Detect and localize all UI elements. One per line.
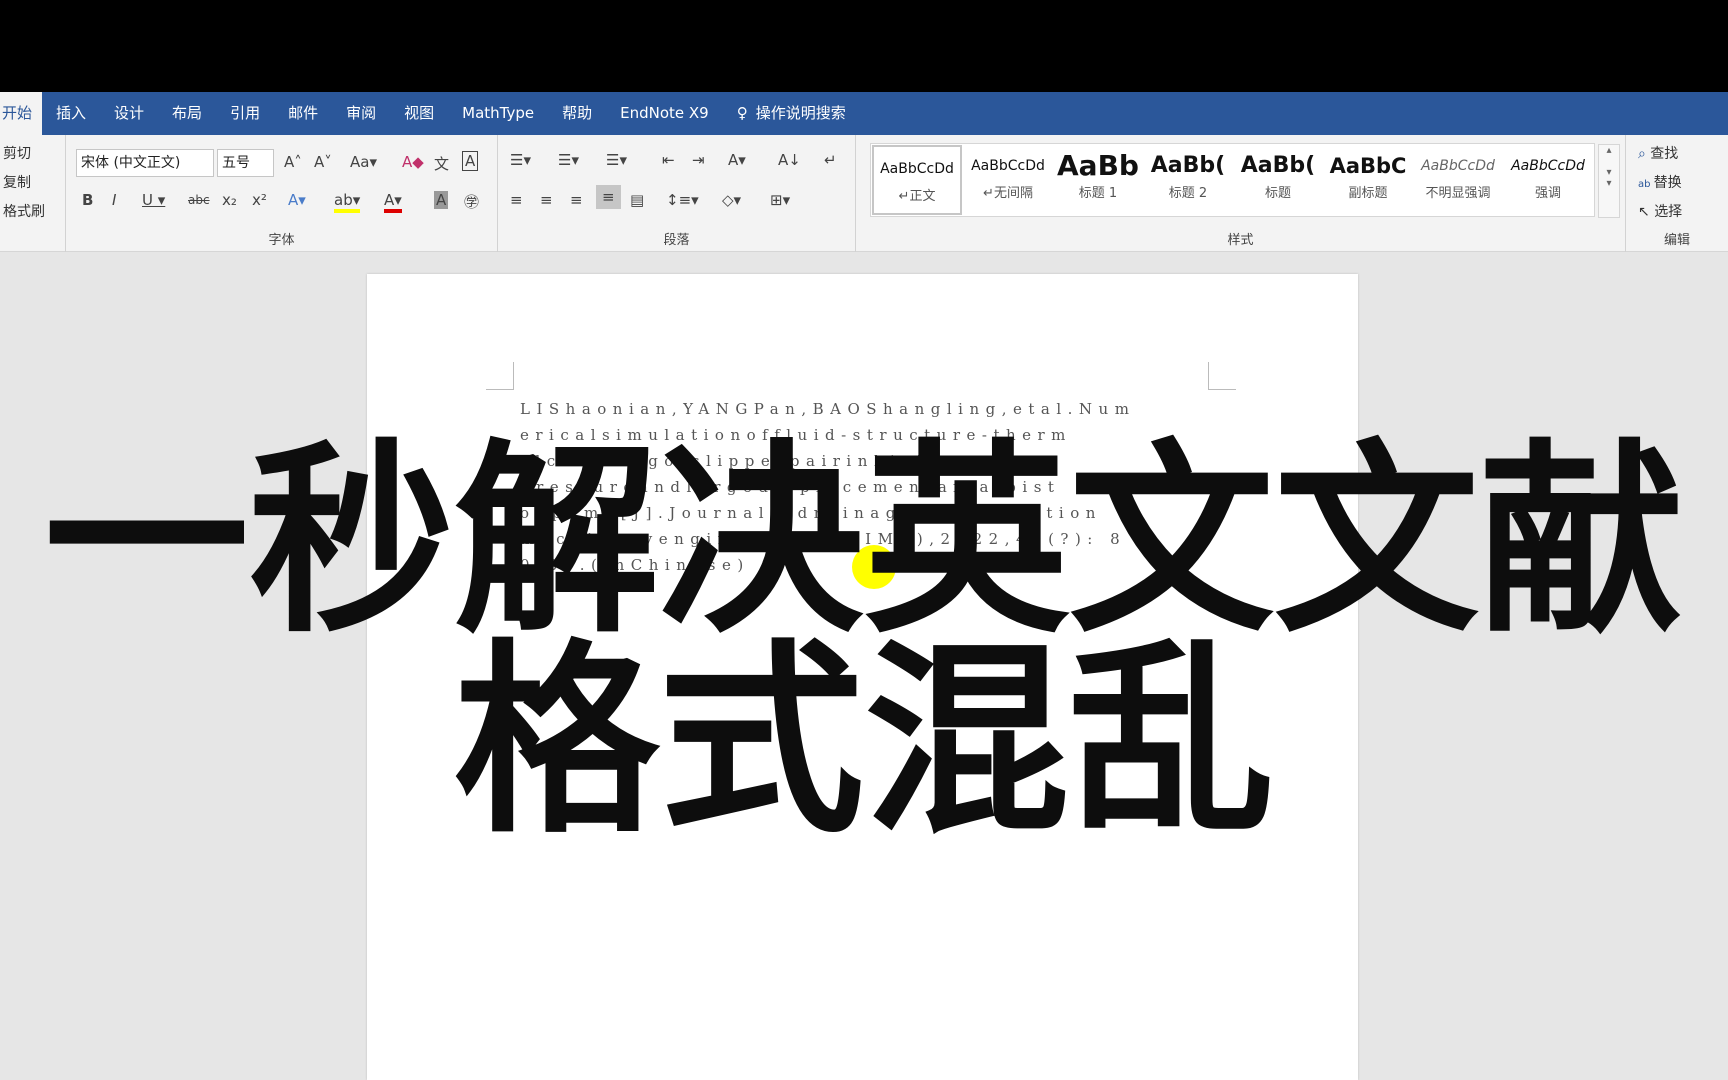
style-heading-1[interactable]: AaBb 标题 1 [1053,144,1143,216]
bold-icon[interactable]: B [82,191,93,209]
find-button[interactable]: ⌕ 查找 [1638,143,1728,164]
char-border-icon[interactable]: A [462,151,479,171]
style-normal[interactable]: AaBbCcDd ↵正文 [872,145,962,215]
tab-endnote[interactable]: EndNote X9 [606,92,723,135]
superscript-icon[interactable]: x² [252,191,267,209]
shading-icon[interactable]: ◇▾ [722,191,741,209]
tab-mailings[interactable]: 邮件 [274,92,332,135]
ribbon-tabs: 开始 插入 设计 布局 引用 邮件 审阅 视图 MathType 帮助 EndN… [0,92,1728,135]
tab-view[interactable]: 视图 [390,92,448,135]
change-case-icon[interactable]: Aa▾ [350,153,377,171]
shrink-font-icon[interactable]: A˅ [314,153,332,171]
style-title[interactable]: AaBb(标题 [1233,144,1323,216]
overlay-title-line2: 格式混乱 [454,623,1274,861]
underline-icon[interactable]: U ▾ [142,191,165,209]
distributed-icon[interactable]: ▤ [630,191,644,209]
grow-font-icon[interactable]: A˄ [284,153,302,171]
justify-icon[interactable]: ≡ [596,185,621,209]
tab-insert[interactable]: 插入 [42,92,100,135]
doc-line: LIShaonian,YANGPan,BAOShangling,etal.Num [520,400,1136,418]
highlight-icon[interactable]: ab▾ [334,191,361,213]
align-left-icon[interactable]: ≡ [510,191,523,209]
decrease-indent-icon[interactable]: ⇤ [662,151,675,169]
format-painter-button[interactable]: 格式刷 [3,201,65,222]
font-color-icon[interactable]: A▾ [384,191,402,213]
paragraph-group-label: 段落 [663,233,690,248]
tell-me-search[interactable]: ♀ 操作说明搜索 [723,92,860,135]
text-effects-icon[interactable]: A▾ [288,191,306,209]
editing-group: ⌕ 查找 ab 替换 ↖ 选择 编辑 [1626,135,1728,252]
tab-home[interactable]: 开始 [0,92,43,135]
align-center-icon[interactable]: ≡ [540,191,553,209]
font-name-select[interactable]: 宋体 (中文正文) [76,149,214,177]
lightbulb-icon: ♀ [736,104,748,122]
line-spacing-icon[interactable]: ↕≡▾ [666,191,699,209]
font-group: 宋体 (中文正文) 五号 A˄ A˅ Aa▾ A◆ 文 A B I U ▾ ab… [66,135,498,252]
sort-icon[interactable]: A↓ [778,151,801,169]
numbering-icon[interactable]: ☰▾ [558,151,579,169]
tab-help[interactable]: 帮助 [548,92,606,135]
replace-button[interactable]: ab 替换 [1638,172,1728,193]
ribbon: 剪切 复制 格式刷 宋体 (中文正文) 五号 A˄ A˅ Aa▾ A◆ 文 A … [0,135,1728,252]
search-icon: ⌕ [1638,146,1651,162]
copy-button[interactable]: 复制 [3,172,65,193]
video-top-bar [0,0,1728,92]
tab-layout[interactable]: 布局 [158,92,216,135]
styles-gallery: AaBbCcDd ↵正文 AaBbCcDd ↵无间隔 AaBb 标题 1 AaBb(标… [870,143,1620,218]
font-group-label: 字体 [268,233,295,248]
overlay-title-line1: 一秒解决英文文献 [44,423,1684,661]
strikethrough-icon[interactable]: abc [188,193,210,207]
style-emphasis[interactable]: AaBbCcDd 强调 [1503,144,1593,216]
show-marks-icon[interactable]: ↵ [824,151,837,169]
tab-mathtype[interactable]: MathType [448,92,548,135]
select-button[interactable]: ↖ 选择 [1638,201,1728,222]
styles-group: AaBbCcDd ↵正文 AaBbCcDd ↵无间隔 AaBb 标题 1 AaBb(标… [856,135,1626,252]
replace-icon: ab [1638,179,1654,190]
paragraph-group: ☰▾ ☰▾ ☰▾ ⇤ ⇥ A▾ A↓ ↵ ≡ ≡ ≡ ≡ ▤ ↕≡▾ ◇▾ ⊞▾… [498,135,856,252]
style-no-spacing[interactable]: AaBbCcDd ↵无间隔 [963,144,1053,216]
clear-format-icon[interactable]: A◆ [402,153,424,171]
subscript-icon[interactable]: x₂ [222,191,237,209]
phonetic-guide-icon[interactable]: 文 [434,153,449,174]
char-shading-icon[interactable]: A [434,191,449,209]
bullets-icon[interactable]: ☰▾ [510,151,531,169]
enclose-char-icon[interactable]: ㊫ [464,191,479,212]
styles-group-label: 样式 [1227,233,1254,248]
margin-corner [1208,362,1236,390]
multilevel-list-icon[interactable]: ☰▾ [606,151,627,169]
align-right-icon[interactable]: ≡ [570,191,583,209]
asian-layout-icon[interactable]: A▾ [728,151,746,169]
borders-icon[interactable]: ⊞▾ [770,191,790,209]
tab-references[interactable]: 引用 [216,92,274,135]
increase-indent-icon[interactable]: ⇥ [692,151,705,169]
editing-group-label: 编辑 [1663,233,1690,248]
style-subtle-emphasis[interactable]: AaBbCcDd 不明显强调 [1413,144,1503,216]
font-size-select[interactable]: 五号 [217,149,274,177]
italic-icon[interactable]: I [112,191,116,209]
tab-review[interactable]: 审阅 [332,92,390,135]
margin-corner [486,362,514,390]
cut-button[interactable]: 剪切 [3,143,65,164]
clipboard-group: 剪切 复制 格式刷 [0,135,66,252]
style-heading-2[interactable]: AaBb(标题 2 [1143,144,1233,216]
style-subtitle[interactable]: AaBbC 副标题 [1323,144,1413,216]
styles-scrollbar[interactable]: ▴ ▾ ▾ [1598,144,1620,218]
cursor-icon: ↖ [1638,204,1655,220]
tab-design[interactable]: 设计 [100,92,158,135]
search-label: 操作说明搜索 [755,104,846,122]
